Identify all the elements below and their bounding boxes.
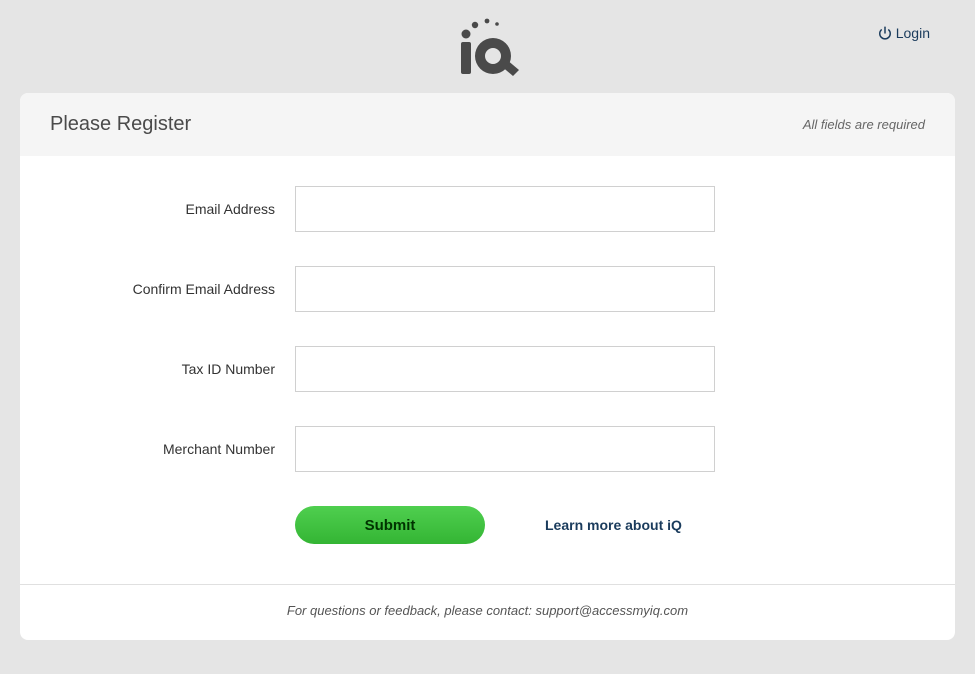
button-row: Submit Learn more about iQ [295,506,925,544]
card-header: Please Register All fields are required [20,93,955,156]
label-merchant: Merchant Number [50,441,295,457]
confirm-email-input[interactable] [295,266,715,312]
login-link[interactable]: Login [878,25,930,41]
form-row-merchant: Merchant Number [50,426,925,472]
login-label: Login [896,25,930,41]
learn-more-link[interactable]: Learn more about iQ [545,517,682,533]
form-row-tax-id: Tax ID Number [50,346,925,392]
page-header: Login [0,0,975,93]
required-note: All fields are required [803,117,925,132]
footer: For questions or feedback, please contac… [20,584,955,640]
power-icon [878,26,892,40]
footer-text: For questions or feedback, please contac… [287,603,688,618]
register-card: Please Register All fields are required … [20,93,955,640]
form-body: Email Address Confirm Email Address Tax … [20,156,955,584]
label-tax-id: Tax ID Number [50,361,295,377]
form-row-email: Email Address [50,186,925,232]
label-email: Email Address [50,201,295,217]
iq-logo [457,18,519,78]
submit-button[interactable]: Submit [295,506,485,544]
label-confirm-email: Confirm Email Address [50,281,295,297]
card-title: Please Register [50,113,191,136]
email-input[interactable] [295,186,715,232]
merchant-input[interactable] [295,426,715,472]
form-row-confirm-email: Confirm Email Address [50,266,925,312]
tax-id-input[interactable] [295,346,715,392]
